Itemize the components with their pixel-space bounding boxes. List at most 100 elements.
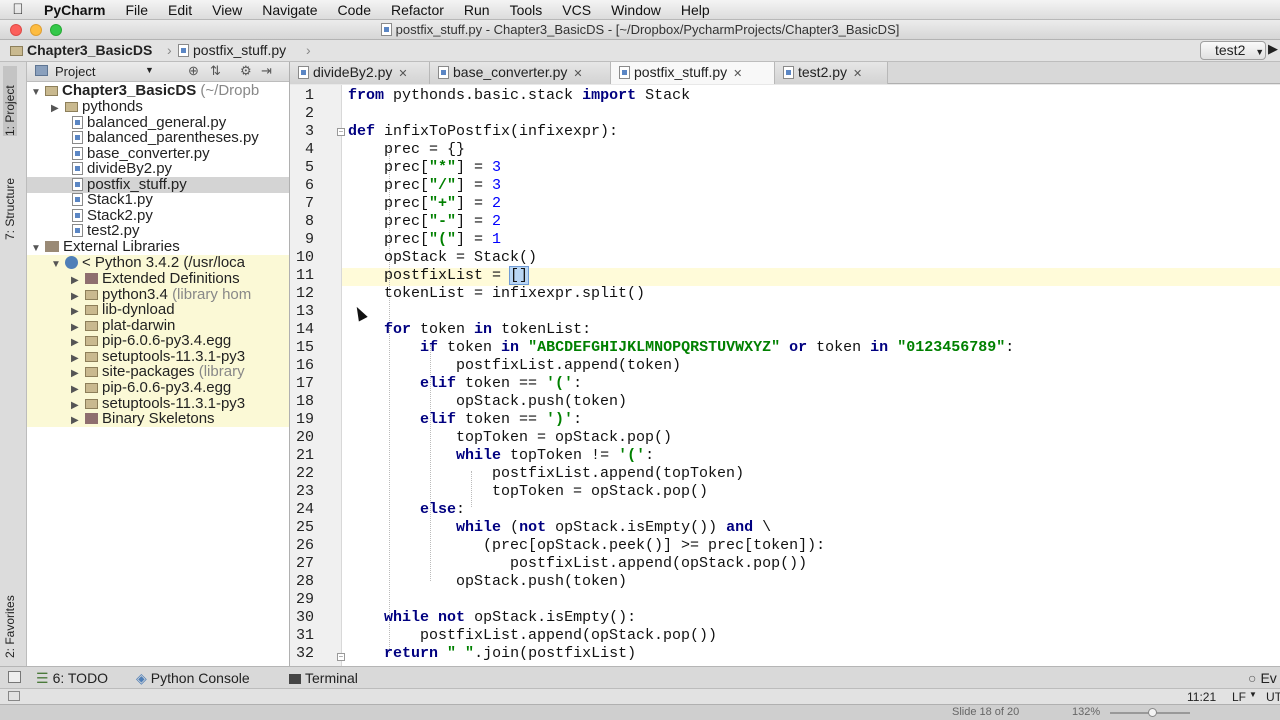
- code-line[interactable]: def infixToPostfix(infixexpr):: [348, 123, 618, 141]
- expand-arrow-icon[interactable]: ▶: [51, 101, 65, 117]
- tree-lib-item[interactable]: ▶ Extended Definitions: [27, 271, 289, 287]
- menu-app[interactable]: PyCharm: [36, 2, 115, 18]
- code-line[interactable]: (prec[opStack.peek()] >= prec[token]):: [348, 537, 825, 555]
- tab-postfix-stuff[interactable]: postfix_stuff.py ✕: [611, 62, 775, 84]
- code-line[interactable]: postfixList.append(opStack.pop()): [348, 627, 717, 645]
- fold-marker-icon[interactable]: –: [337, 128, 345, 136]
- code-line[interactable]: topToken = opStack.pop(): [348, 429, 672, 447]
- run-configuration-label: test2: [1215, 42, 1246, 58]
- code-line[interactable]: while not opStack.isEmpty():: [348, 609, 636, 627]
- run-icon[interactable]: ▶: [1268, 41, 1278, 57]
- code-line[interactable]: return " ".join(postfixList): [348, 645, 636, 663]
- code-line[interactable]: topToken = opStack.pop(): [348, 483, 708, 501]
- menu-vcs[interactable]: VCS: [552, 2, 601, 18]
- code-line[interactable]: for token in tokenList:: [348, 321, 591, 339]
- code-line[interactable]: elif token == ')':: [348, 411, 582, 429]
- tree-root-label: Chapter3_BasicDS: [62, 82, 197, 99]
- tree-item-label: test2.py: [87, 222, 140, 239]
- gear-icon[interactable]: ⚙: [240, 63, 252, 79]
- line-number: 30: [295, 609, 314, 626]
- code-line[interactable]: prec["+"] = 2: [348, 195, 501, 213]
- menu-window[interactable]: Window: [601, 2, 671, 18]
- code-line[interactable]: prec["/"] = 3: [348, 177, 501, 195]
- close-tab-icon[interactable]: ✕: [398, 68, 407, 80]
- menu-help[interactable]: Help: [671, 2, 720, 18]
- code-line[interactable]: opStack.push(token): [348, 393, 627, 411]
- code-line[interactable]: opStack.push(token): [348, 573, 627, 591]
- scroll-from-source-icon[interactable]: ⊕: [188, 63, 199, 79]
- code-line[interactable]: postfixList.append(topToken): [348, 465, 744, 483]
- code-line[interactable]: else:: [348, 501, 465, 519]
- close-tab-icon[interactable]: ✕: [573, 68, 582, 80]
- folder-icon: [85, 352, 98, 362]
- tree-python-sdk[interactable]: ▼ < Python 3.4.2 (/usr/loca: [27, 255, 289, 271]
- code-line[interactable]: tokenList = infixexpr.split(): [348, 285, 645, 303]
- code-line[interactable]: postfixList.append(opStack.pop()): [348, 555, 807, 573]
- menu-edit[interactable]: Edit: [158, 2, 202, 18]
- tree-item-file[interactable]: divideBy2.py: [72, 161, 172, 177]
- project-view-selector[interactable]: Project: [55, 64, 95, 79]
- tree-lib-item[interactable]: ▶ pip-6.0.6-py3.4.egg: [27, 380, 289, 396]
- code-line[interactable]: elif token == '(':: [348, 375, 582, 393]
- breadcrumb-project[interactable]: Chapter3_BasicDS: [10, 42, 152, 58]
- breadcrumb-file[interactable]: postfix_stuff.py: [178, 42, 286, 58]
- apple-menu-icon[interactable]: : [0, 1, 36, 18]
- tool-tab-structure[interactable]: 7: Structure: [3, 154, 17, 240]
- tree-item-pythonds[interactable]: ▶ pythonds: [27, 99, 289, 117]
- tree-lib-item[interactable]: ▶ site-packages (library: [27, 364, 289, 380]
- code-line[interactable]: opStack = Stack(): [348, 249, 537, 267]
- code-line[interactable]: prec["*"] = 3: [348, 159, 501, 177]
- menu-view[interactable]: View: [202, 2, 252, 18]
- code-line[interactable]: from pythonds.basic.stack import Stack: [348, 87, 690, 105]
- code-line[interactable]: postfixList.append(token): [348, 357, 681, 375]
- code-line[interactable]: while (not opStack.isEmpty()) and \: [348, 519, 771, 537]
- expand-arrow-icon[interactable]: ▶: [71, 413, 85, 429]
- caret-position[interactable]: 11:21: [1187, 690, 1216, 704]
- tool-tab-terminal[interactable]: Terminal: [289, 670, 358, 686]
- run-configuration-dropdown[interactable]: test2 ▼: [1200, 41, 1266, 60]
- menu-navigate[interactable]: Navigate: [252, 2, 327, 18]
- tool-tab-python-console[interactable]: ◈ Python Console: [136, 670, 250, 687]
- tool-tab-event-log[interactable]: ○ Ev: [1248, 670, 1277, 686]
- code-editor[interactable]: – – 1 2 3 4 5 6 7 8 9 10 11 12 13 14 15 …: [290, 85, 1280, 666]
- tool-tab-project[interactable]: 1: Project: [3, 66, 17, 136]
- menu-file[interactable]: File: [115, 2, 158, 18]
- tree-root[interactable]: ▼ Chapter3_BasicDS (~/Dropb: [27, 82, 289, 99]
- menu-code[interactable]: Code: [328, 2, 381, 18]
- code-line[interactable]: prec["("] = 1: [348, 231, 501, 249]
- close-tab-icon[interactable]: ✕: [733, 68, 742, 80]
- menu-refactor[interactable]: Refactor: [381, 2, 454, 18]
- tree-item-file[interactable]: balanced_parentheses.py: [72, 130, 259, 146]
- code-line-current[interactable]: postfixList = []: [348, 266, 530, 285]
- line-number: 4: [304, 141, 314, 158]
- tree-external-libraries[interactable]: ▼ External Libraries: [27, 239, 289, 255]
- tab-base-converter[interactable]: base_converter.py ✕: [430, 62, 611, 84]
- menu-run[interactable]: Run: [454, 2, 500, 18]
- code-line[interactable]: if token in "ABCDEFGHIJKLMNOPQRSTUVWXYZ"…: [348, 339, 1014, 357]
- tree-item-file-selected[interactable]: postfix_stuff.py: [27, 177, 289, 193]
- code-line[interactable]: while topToken != '(':: [348, 447, 654, 465]
- line-number: 7: [304, 195, 314, 212]
- tab-test2[interactable]: test2.py ✕: [775, 62, 888, 84]
- file-encoding[interactable]: UT: [1266, 690, 1280, 704]
- tree-item-file[interactable]: test2.py: [72, 223, 140, 239]
- zoom-slider-handle[interactable]: [1148, 708, 1157, 717]
- tree-lib-item[interactable]: ▶ lib-dynload: [27, 302, 289, 318]
- event-log-icon: ○: [1248, 670, 1257, 686]
- tool-tab-favorites[interactable]: 2: Favorites: [3, 574, 17, 658]
- menu-tools[interactable]: Tools: [500, 2, 553, 18]
- tab-divideby2[interactable]: divideBy2.py ✕: [290, 62, 430, 84]
- code-line[interactable]: prec = {}: [348, 141, 465, 159]
- tree-lib-item[interactable]: ▶ Binary Skeletons: [27, 411, 289, 429]
- toggle-tool-windows-icon[interactable]: [8, 671, 21, 683]
- chevron-down-icon[interactable]: ▼: [145, 65, 154, 75]
- fold-marker-icon[interactable]: –: [337, 653, 345, 661]
- tree-lib-item[interactable]: ▶ pip-6.0.6-py3.4.egg: [27, 333, 289, 349]
- tree-item-file[interactable]: Stack1.py: [72, 192, 153, 208]
- tool-tab-todo[interactable]: ☰ 6: TODO: [36, 670, 108, 687]
- line-separator[interactable]: LF: [1232, 690, 1246, 704]
- hide-panel-icon[interactable]: ⇥: [261, 63, 272, 79]
- code-line[interactable]: prec["-"] = 2: [348, 213, 501, 231]
- close-tab-icon[interactable]: ✕: [853, 68, 862, 80]
- collapse-all-icon[interactable]: ⇅: [210, 63, 221, 79]
